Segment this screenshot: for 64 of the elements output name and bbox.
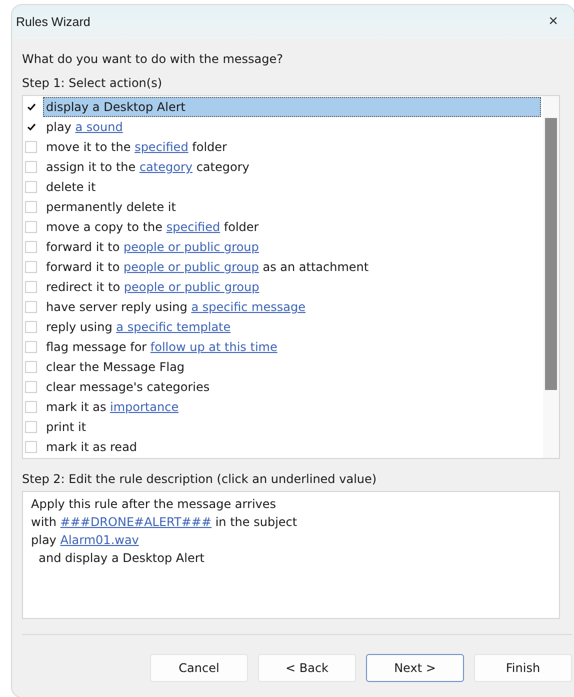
checkbox[interactable]	[25, 381, 37, 393]
value-link[interactable]: people or public group	[124, 240, 259, 254]
action-item[interactable]: flag message for follow up at this time	[43, 337, 280, 357]
description-line: play Alarm01.wav	[31, 532, 140, 549]
checkbox[interactable]	[25, 321, 37, 333]
checkbox[interactable]	[25, 201, 37, 213]
action-item[interactable]: move a copy to the specified folder	[43, 217, 262, 237]
action-item[interactable]: assign it to the category category	[43, 157, 252, 177]
scroll-thumb[interactable]	[545, 118, 557, 390]
checkbox[interactable]	[25, 261, 37, 273]
wizard-button[interactable]: Next >	[366, 654, 464, 682]
checkbox[interactable]	[25, 401, 37, 413]
action-item[interactable]: clear the Message Flag	[43, 357, 188, 377]
value-link[interactable]: Alarm01.wav	[60, 533, 139, 547]
value-link[interactable]: a sound	[75, 120, 123, 134]
checkbox[interactable]	[25, 301, 37, 313]
checkmark-icon	[26, 103, 36, 111]
value-link[interactable]: a specific template	[116, 320, 231, 334]
value-link[interactable]: importance	[110, 400, 179, 414]
wizard-button[interactable]: Finish	[474, 654, 572, 682]
action-item[interactable]: print it	[43, 417, 90, 437]
description-line: Apply this rule after the message arrives	[31, 496, 278, 513]
action-item[interactable]: mark it as read	[43, 437, 140, 457]
value-link[interactable]: people or public group	[124, 280, 260, 294]
value-link[interactable]: a specific message	[191, 300, 306, 314]
action-item[interactable]: redirect it to people or public group	[43, 277, 262, 297]
checkbox[interactable]	[25, 361, 37, 373]
checkbox[interactable]	[25, 241, 37, 253]
value-link[interactable]: people or public group	[124, 260, 259, 274]
action-item[interactable]: mark it as importance	[43, 397, 182, 417]
checkbox[interactable]	[25, 141, 37, 153]
wizard-button[interactable]: < Back	[258, 654, 356, 682]
value-link[interactable]: category	[139, 160, 192, 174]
action-item[interactable]: reply using a specific template	[43, 317, 234, 337]
action-item[interactable]: permanently delete it	[43, 197, 179, 217]
step-label: Step 2: Edit the rule description (click an underlined value)	[22, 471, 378, 487]
description-line: and display a Desktop Alert	[38, 550, 206, 567]
action-item[interactable]: delete it	[43, 177, 99, 197]
action-item[interactable]: move it to the specified folder	[43, 137, 230, 157]
close-button[interactable]: ×	[544, 13, 562, 31]
action-item[interactable]: forward it to people or public group as an attachment	[43, 257, 372, 277]
value-link[interactable]: ###DRONE#ALERT###	[60, 515, 212, 529]
value-link[interactable]: specified	[134, 140, 188, 154]
wizard-button[interactable]: Cancel	[150, 654, 248, 682]
window-title: Rules Wizard	[16, 15, 90, 29]
description-line: with ###DRONE#ALERT### in the subject	[31, 514, 298, 531]
checkbox[interactable]	[25, 341, 37, 353]
question-label: What do you want to do with the message?	[22, 51, 284, 67]
checkbox[interactable]	[25, 161, 37, 173]
checkbox[interactable]	[25, 441, 37, 453]
action-item[interactable]: have server reply using a specific message	[43, 297, 308, 317]
value-link[interactable]: follow up at this time	[150, 340, 278, 354]
step-label: Step 1: Select action(s)	[22, 75, 164, 91]
value-link[interactable]: specified	[166, 220, 220, 234]
checkbox[interactable]	[25, 221, 37, 233]
scrollbar[interactable]	[543, 96, 559, 458]
action-item[interactable]: play a sound	[43, 117, 126, 137]
checkbox[interactable]	[25, 421, 37, 433]
checkmark-icon	[26, 123, 36, 131]
action-item[interactable]: clear message's categories	[43, 377, 213, 397]
action-item[interactable]: forward it to people or public group	[43, 237, 262, 257]
checkbox[interactable]	[25, 281, 37, 293]
checkbox[interactable]	[25, 181, 37, 193]
action-item[interactable]: display a Desktop Alert	[43, 97, 541, 117]
